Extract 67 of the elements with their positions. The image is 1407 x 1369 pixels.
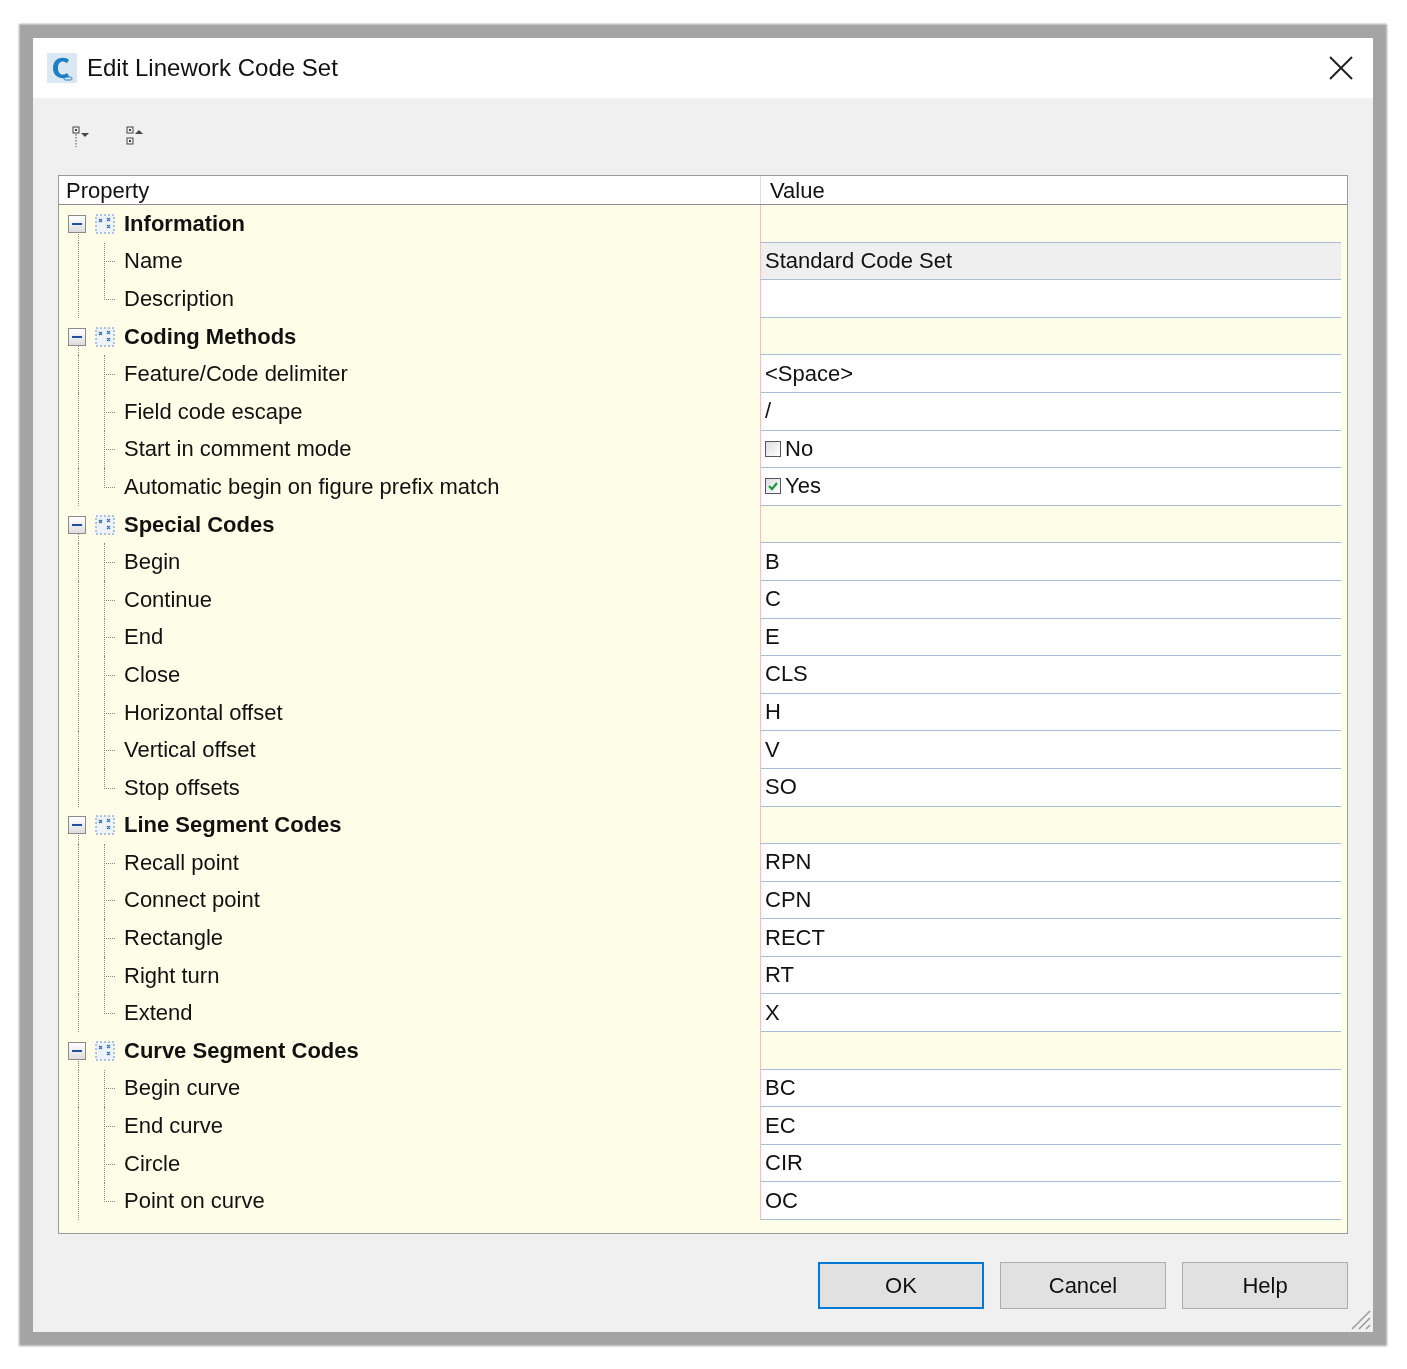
dialog-button[interactable]: Cancel [1000, 1262, 1166, 1309]
category-label: Information [124, 210, 245, 237]
setting-input[interactable]: RPN [760, 844, 1341, 882]
collapse-toggle[interactable] [68, 214, 86, 233]
category-icon [94, 212, 116, 235]
property-label: End [124, 624, 164, 651]
property-label: Rectangle [124, 925, 224, 952]
setting-input[interactable]: RT [760, 956, 1341, 995]
property-label: Name [124, 248, 183, 275]
collapse-toggle[interactable] [68, 327, 86, 346]
dialog-button[interactable]: Help [1182, 1262, 1348, 1309]
property-label: Extend [124, 1000, 193, 1027]
property-label: End curve [124, 1113, 224, 1140]
category-icon [94, 814, 116, 837]
property-label: Point on curve [124, 1188, 265, 1215]
category-label: Coding Methods [124, 323, 297, 350]
setting-input[interactable]: <Space> [760, 355, 1341, 393]
collapse-toggle[interactable] [68, 515, 86, 534]
property-label: Feature/Code delimiter [124, 361, 348, 388]
checkbox[interactable] [765, 478, 781, 495]
property-label: Close [124, 661, 181, 688]
property-label: Begin [124, 549, 181, 576]
app-logo-icon [47, 53, 77, 83]
property-label: Circle [124, 1150, 181, 1177]
property-label: Begin curve [124, 1075, 241, 1102]
setting-input[interactable]: No [760, 430, 1341, 469]
property-label: Start in comment mode [124, 436, 352, 463]
setting-input[interactable]: C [760, 580, 1341, 619]
checkbox[interactable] [765, 440, 781, 457]
property-label: Recall point [124, 849, 239, 876]
dialog-button[interactable]: OK [818, 1262, 984, 1309]
window-title: Edit Linework Code Set [87, 54, 339, 82]
setting-input[interactable]: EC [760, 1107, 1341, 1145]
property-label: Right turn [124, 962, 220, 989]
setting-input[interactable]: OC [760, 1182, 1341, 1221]
category-label: Special Codes [124, 511, 275, 538]
category-icon [94, 513, 116, 536]
column-header[interactable]: Value [761, 176, 1347, 204]
property-label: Connect point [124, 887, 260, 914]
setting-input[interactable]: CLS [760, 656, 1341, 694]
property-label: Stop offsets [124, 774, 240, 801]
category-icon [94, 1039, 116, 1062]
column-header[interactable]: Property [59, 176, 761, 204]
setting-input[interactable]: CIR [760, 1144, 1341, 1183]
property-label: Continue [124, 586, 213, 613]
property-label: Automatic begin on figure prefix match [124, 473, 500, 500]
property-label: Description [124, 286, 235, 312]
collapse-toggle[interactable] [68, 816, 86, 835]
setting-input[interactable]: CPN [760, 881, 1341, 920]
setting-input[interactable]: / [760, 392, 1341, 431]
property-label: Field code escape [124, 398, 303, 425]
category-label: Line Segment Codes [124, 812, 342, 839]
property-label: Vertical offset [124, 737, 256, 764]
setting-input[interactable]: X [760, 994, 1341, 1033]
category-label: Curve Segment Codes [124, 1037, 359, 1064]
setting-input[interactable]: Yes [760, 468, 1341, 506]
category-icon [94, 325, 116, 348]
setting-input[interactable]: B [760, 543, 1341, 581]
setting-input[interactable]: RECT [760, 919, 1341, 957]
property-label: Horizontal offset [124, 699, 283, 726]
setting-input[interactable]: SO [760, 768, 1341, 807]
setting-input[interactable]: V [760, 731, 1341, 769]
setting-input[interactable]: E [760, 618, 1341, 657]
collapse-toggle[interactable] [68, 1041, 86, 1060]
setting-input[interactable]: BC [760, 1069, 1341, 1108]
setting-input[interactable]: H [760, 693, 1341, 732]
setting-input[interactable]: Standard Code Set [760, 242, 1341, 281]
